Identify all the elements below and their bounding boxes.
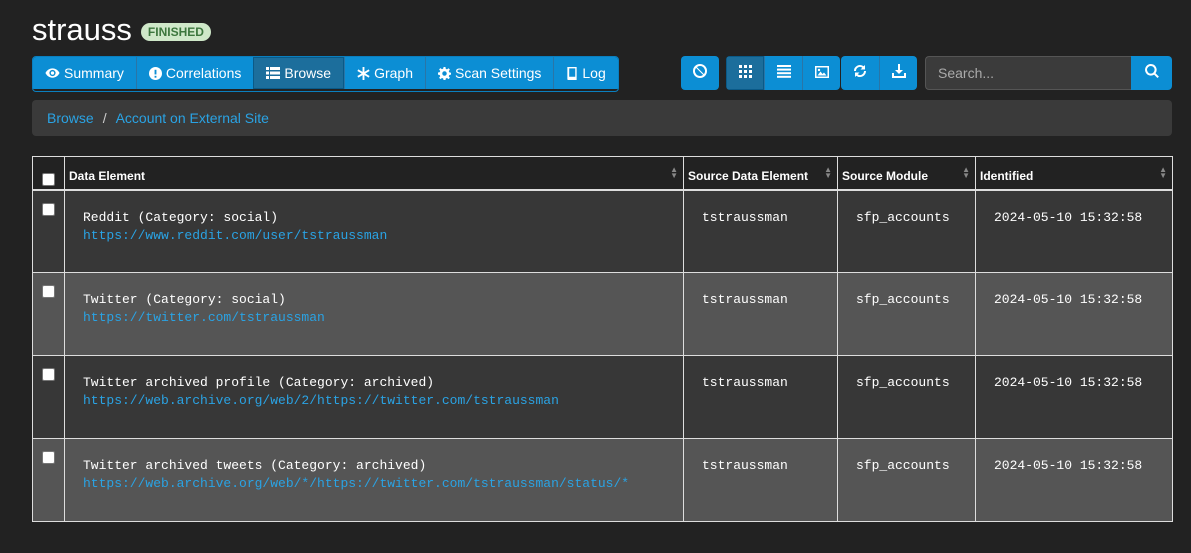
data-element-cell: Reddit (Category: social) https://www.re…: [64, 189, 684, 273]
data-element-cell: Twitter archived tweets (Category: archi…: [64, 438, 684, 522]
row-select-cell: [32, 355, 65, 439]
sort-icon: ▲ ▼: [1159, 165, 1167, 180]
data-element-link[interactable]: https://web.archive.org/web/2/https://tw…: [83, 392, 665, 410]
search-input[interactable]: [925, 56, 1132, 90]
source-module-cell: sfp_accounts: [837, 189, 976, 273]
header-source-data-element-label: Source Data Element: [688, 168, 809, 183]
source-data-element-cell: tstraussman: [683, 438, 838, 522]
tab-summary-label: Summary: [64, 65, 124, 81]
data-element-cell: Twitter archived profile (Category: arch…: [64, 355, 684, 439]
gear-icon: [438, 66, 451, 80]
data-element-cell: Twitter (Category: social) https://twitt…: [64, 272, 684, 356]
search-button[interactable]: [1131, 56, 1172, 90]
results-table: Data Element ▲ ▼ Source Data Element ▲ ▼ S…: [32, 156, 1173, 522]
source-module-cell: sfp_accounts: [837, 272, 976, 356]
ban-icon: [693, 57, 707, 89]
download-button[interactable]: [879, 56, 917, 90]
row-select-cell: [32, 438, 65, 522]
select-all-checkbox[interactable]: [42, 172, 55, 186]
toolbar-group-stop: [681, 56, 719, 90]
status-badge: FINISHED: [140, 22, 211, 41]
page: strauss FINISHED Summary Correlations Br…: [0, 0, 1191, 553]
identified-cell: 2024-05-10 15:32:58: [975, 272, 1173, 356]
source-module-cell: sfp_accounts: [837, 438, 976, 522]
header-data-element-label: Data Element: [69, 168, 146, 183]
tab-graph-label: Graph: [374, 65, 413, 81]
eye-icon: [45, 67, 60, 79]
table-header-row: Data Element ▲ ▼ Source Data Element ▲ ▼ S…: [32, 156, 1173, 190]
tab-log[interactable]: Log: [553, 57, 618, 89]
select-all-cell: [32, 156, 65, 190]
image-icon: [814, 57, 829, 89]
row-checkbox[interactable]: [42, 368, 55, 381]
header-source-module-label: Source Module: [842, 168, 929, 183]
scan-nav: Summary Correlations Browse Graph Scan S…: [32, 56, 619, 92]
sort-icon: ▲ ▼: [824, 165, 832, 180]
header-source-module[interactable]: Source Module ▲ ▼: [837, 156, 976, 190]
data-element-link[interactable]: https://twitter.com/tstraussman: [83, 309, 665, 327]
row-checkbox[interactable]: [42, 202, 55, 216]
row-checkbox[interactable]: [42, 451, 55, 464]
identified-cell: 2024-05-10 15:32:58: [975, 438, 1173, 522]
row-select-cell: [32, 272, 65, 356]
source-data-element-cell: tstraussman: [683, 189, 838, 273]
breadcrumb-browse[interactable]: Browse: [47, 110, 94, 126]
row-select-cell: [32, 189, 65, 273]
scan-title: strauss: [32, 12, 132, 47]
row-checkbox[interactable]: [42, 285, 55, 298]
identified-cell: 2024-05-10 15:32:58: [975, 189, 1173, 273]
tab-log-label: Log: [582, 65, 606, 81]
toolbar-group-view: [726, 56, 840, 90]
grid-icon: [738, 57, 752, 89]
tab-correlations-label: Correlations: [165, 65, 242, 81]
sort-icon: ▲ ▼: [670, 165, 678, 180]
asterisk-icon: [357, 66, 370, 80]
tab-correlations[interactable]: Correlations: [135, 57, 254, 89]
data-element-text: Twitter archived tweets (Category: archi…: [83, 458, 427, 473]
tab-scan-settings[interactable]: Scan Settings: [425, 57, 554, 89]
table-row: Twitter (Category: social) https://twitt…: [32, 272, 1173, 356]
breadcrumb-current[interactable]: Account on External Site: [116, 110, 269, 126]
list-view-icon: [776, 57, 791, 89]
tab-scan-settings-label: Scan Settings: [455, 65, 542, 81]
source-module-cell: sfp_accounts: [837, 355, 976, 439]
book-icon: [566, 66, 578, 80]
refresh-icon: [853, 57, 867, 89]
table-row: Reddit (Category: social) https://www.re…: [32, 189, 1173, 273]
data-element-link[interactable]: https://www.reddit.com/user/tstraussman: [83, 227, 665, 245]
list-view-button[interactable]: [764, 56, 802, 90]
table-row: Twitter archived tweets (Category: archi…: [32, 438, 1173, 522]
tab-browse[interactable]: Browse: [253, 57, 345, 89]
download-icon: [891, 57, 906, 89]
sort-icon: ▲ ▼: [962, 165, 970, 180]
breadcrumb: Browse / Account on External Site: [32, 100, 1172, 136]
image-view-button[interactable]: [802, 56, 840, 90]
search-icon: [1144, 63, 1159, 83]
data-element-text: Reddit (Category: social): [83, 209, 279, 225]
data-element-link[interactable]: https://web.archive.org/web/*/https://tw…: [83, 475, 665, 493]
exclamation-circle-icon: [148, 66, 162, 80]
refresh-button[interactable]: [841, 56, 879, 90]
header-data-element[interactable]: Data Element ▲ ▼: [64, 156, 684, 190]
stop-scan-button[interactable]: [681, 56, 719, 90]
toolbar-group-actions: [841, 56, 917, 90]
header-identified-label: Identified: [980, 168, 1034, 183]
source-data-element-cell: tstraussman: [683, 272, 838, 356]
tab-browse-label: Browse: [284, 65, 332, 81]
list-icon: [266, 67, 281, 79]
header-identified[interactable]: Identified ▲ ▼: [975, 156, 1173, 190]
header-source-data-element[interactable]: Source Data Element ▲ ▼: [683, 156, 838, 190]
tab-graph[interactable]: Graph: [344, 57, 425, 89]
table-row: Twitter archived profile (Category: arch…: [32, 355, 1173, 439]
data-element-text: Twitter archived profile (Category: arch…: [83, 375, 435, 390]
tab-summary[interactable]: Summary: [33, 57, 136, 89]
data-element-text: Twitter (Category: social): [83, 292, 286, 307]
breadcrumb-separator: /: [102, 110, 107, 126]
identified-cell: 2024-05-10 15:32:58: [975, 355, 1173, 439]
title-row: strauss FINISHED: [32, 10, 211, 50]
grid-view-button[interactable]: [726, 56, 764, 90]
source-data-element-cell: tstraussman: [683, 355, 838, 439]
